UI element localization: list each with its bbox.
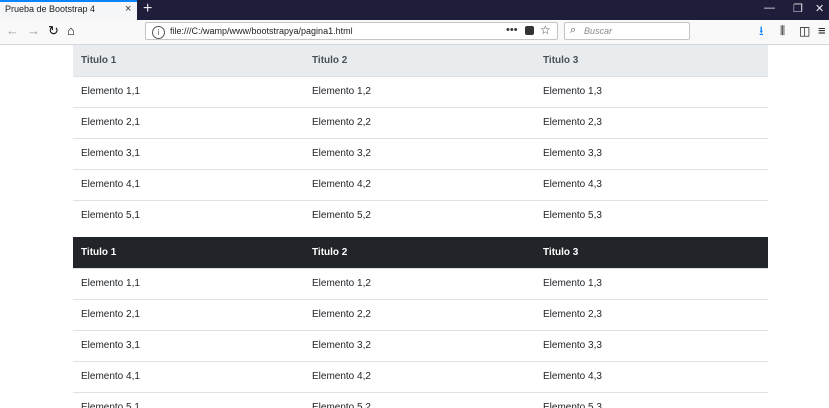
table-cell: Elemento 4,1: [81, 179, 140, 190]
table-cell: Elemento 3,3: [543, 148, 602, 159]
table-header-row: Titulo 1 Titulo 2 Titulo 3: [73, 237, 768, 268]
downloads-icon[interactable]: ⭳: [759, 22, 764, 40]
table-header-row: Titulo 1 Titulo 2 Titulo 3: [73, 45, 768, 77]
search-placeholder[interactable]: Buscar: [584, 26, 612, 36]
close-window-icon[interactable]: ✕: [815, 2, 824, 15]
table-row: Elemento 4,1 Elemento 4,2 Elemento 4,3: [73, 169, 768, 200]
column-header: Titulo 3: [543, 246, 579, 258]
table-cell: Elemento 5,1: [81, 402, 140, 408]
table-row: Elemento 5,1 Elemento 5,2 Elemento 5,3: [73, 200, 768, 231]
menu-icon[interactable]: ≡: [818, 22, 826, 40]
table-cell: Elemento 2,1: [81, 117, 140, 128]
column-header: Titulo 2: [312, 246, 348, 258]
table-row: Elemento 4,1 Elemento 4,2 Elemento 4,3: [73, 361, 768, 392]
back-icon[interactable]: ←: [6, 22, 19, 40]
tab-strip: Prueba de Bootstrap 4 × + — ❐ ✕: [0, 0, 829, 20]
search-bar[interactable]: ⌕ Buscar: [564, 22, 690, 40]
table-row: Elemento 2,1 Elemento 2,2 Elemento 2,3: [73, 299, 768, 330]
table-cell: Elemento 4,2: [312, 371, 371, 382]
sidebar-icon[interactable]: ◫: [799, 22, 810, 40]
table-cell: Elemento 5,1: [81, 210, 140, 222]
url-bar[interactable]: i file:///C:/wamp/www/bootstrapya/pagina…: [145, 22, 558, 40]
table-cell: Elemento 3,2: [312, 148, 371, 159]
table-row: Elemento 2,1 Elemento 2,2 Elemento 2,3: [73, 107, 768, 138]
library-icon[interactable]: ⫼: [780, 22, 785, 40]
table-row: Elemento 5,1 Elemento 5,2 Elemento 5,3: [73, 392, 768, 408]
reload-icon[interactable]: ↻: [48, 22, 59, 40]
table-cell: Elemento 1,2: [312, 278, 371, 289]
restore-icon[interactable]: ❐: [793, 2, 803, 15]
table-light-header: Titulo 1 Titulo 2 Titulo 3 Elemento 1,1 …: [73, 45, 768, 231]
table-cell: Elemento 2,3: [543, 117, 602, 128]
new-tab-icon[interactable]: +: [143, 0, 152, 19]
table-cell: Elemento 1,3: [543, 86, 602, 97]
column-header: Titulo 3: [535, 45, 768, 77]
table-cell: Elemento 4,3: [543, 179, 602, 190]
column-header: Titulo 1: [73, 45, 304, 77]
table-cell: Elemento 3,3: [543, 340, 602, 351]
table-cell: Elemento 1,2: [312, 86, 371, 97]
table-cell: Elemento 1,1: [81, 86, 140, 97]
search-icon: ⌕: [570, 24, 577, 36]
table-cell: Elemento 2,1: [81, 309, 140, 320]
tab-close-icon[interactable]: ×: [125, 3, 131, 15]
nav-bar: ← → ↻ ⌂ i file:///C:/wamp/www/bootstrapy…: [0, 20, 829, 45]
table-cell: Elemento 4,2: [312, 179, 371, 190]
table-cell: Elemento 3,2: [312, 340, 371, 351]
minimize-icon[interactable]: —: [764, 2, 775, 14]
table-cell: Elemento 3,1: [81, 148, 140, 159]
more-actions-icon[interactable]: •••: [506, 24, 518, 36]
url-text[interactable]: file:///C:/wamp/www/bootstrapya/pagina1.…: [170, 26, 353, 36]
table-dark-header: Titulo 1 Titulo 2 Titulo 3 Elemento 1,1 …: [73, 237, 768, 408]
table-row: Elemento 3,1 Elemento 3,2 Elemento 3,3: [73, 138, 768, 169]
table-cell: Elemento 3,1: [81, 340, 140, 351]
page-content: Titulo 1 Titulo 2 Titulo 3 Elemento 1,1 …: [0, 45, 829, 408]
table-cell: Elemento 2,2: [312, 309, 371, 320]
column-header: Titulo 1: [81, 246, 117, 258]
table-row: Elemento 1,1 Elemento 1,2 Elemento 1,3: [73, 76, 768, 107]
table-cell: Elemento 5,2: [312, 210, 371, 222]
column-header: Titulo 2: [304, 45, 535, 77]
table-cell: Elemento 2,3: [543, 309, 602, 320]
table-cell: Elemento 4,3: [543, 371, 602, 382]
table-row: Elemento 1,1 Elemento 1,2 Elemento 1,3: [73, 268, 768, 299]
tab-title: Prueba de Bootstrap 4: [5, 4, 96, 14]
table-cell: Elemento 5,3: [543, 210, 602, 222]
home-icon[interactable]: ⌂: [67, 22, 75, 40]
table-cell: Elemento 5,3: [543, 402, 602, 408]
table-cell: Elemento 5,2: [312, 402, 371, 408]
table-cell: Elemento 4,1: [81, 371, 140, 382]
bookmark-star-icon[interactable]: ☆: [540, 23, 551, 37]
table-cell: Elemento 1,1: [81, 278, 140, 289]
forward-icon[interactable]: →: [27, 22, 40, 40]
table-row: Elemento 3,1 Elemento 3,2 Elemento 3,3: [73, 330, 768, 361]
info-icon[interactable]: i: [152, 26, 165, 39]
table-cell: Elemento 2,2: [312, 117, 371, 128]
table-cell: Elemento 1,3: [543, 278, 602, 289]
browser-tab[interactable]: Prueba de Bootstrap 4 ×: [0, 0, 137, 20]
pocket-icon[interactable]: [525, 26, 534, 35]
